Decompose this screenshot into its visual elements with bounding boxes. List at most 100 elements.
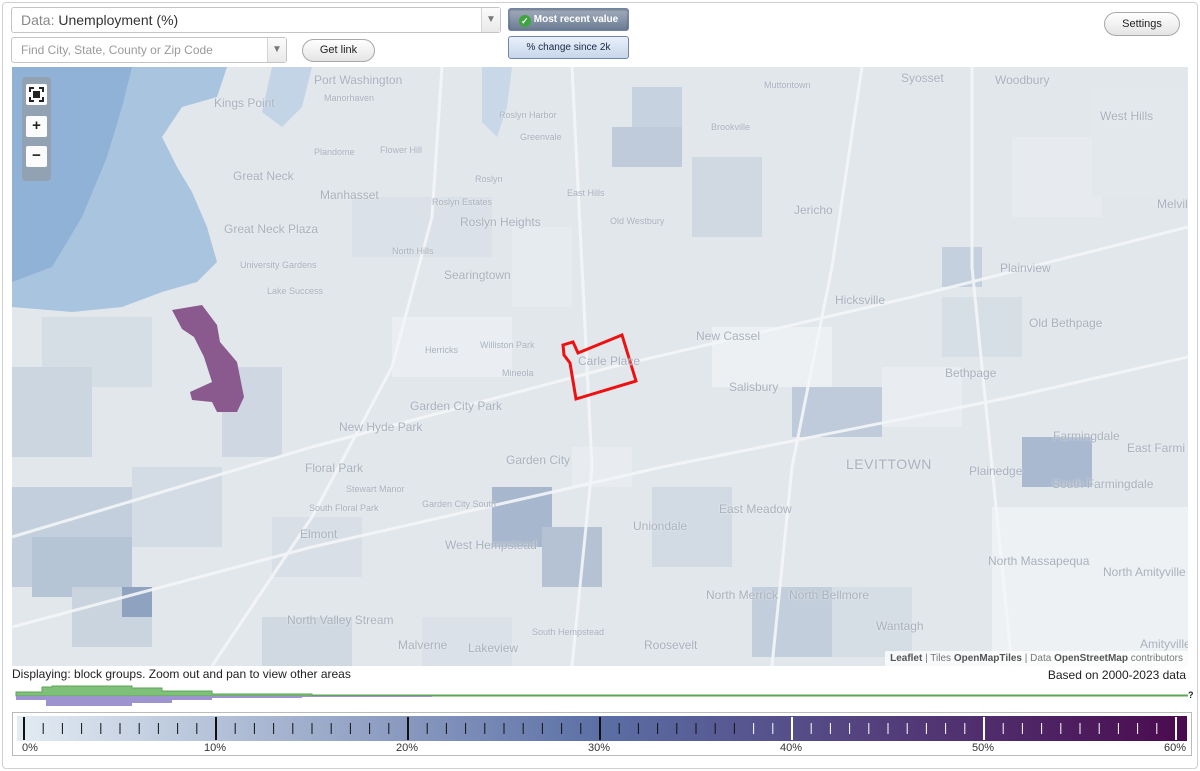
- place-label: Floral Park: [305, 461, 364, 475]
- place-label: Williston Park: [480, 340, 535, 350]
- leaflet-link[interactable]: Leaflet: [890, 653, 922, 664]
- get-link-button[interactable]: Get link: [302, 39, 375, 62]
- place-label: New Cassel: [696, 329, 761, 343]
- settings-button[interactable]: Settings: [1104, 12, 1180, 36]
- place-label: Amityville: [1140, 637, 1188, 651]
- distribution-histogram: [15, 685, 1188, 706]
- map-attribution: Leaflet | Tiles OpenMapTiles | Data Open…: [885, 651, 1188, 666]
- place-label: Roslyn Heights: [460, 215, 541, 229]
- place-label: Brookville: [711, 122, 751, 132]
- openstreetmap-link[interactable]: OpenStreetMap: [1054, 653, 1128, 664]
- place-label: Roosevelt: [644, 638, 698, 652]
- most-recent-value-toggle[interactable]: ✓ Most recent value: [508, 8, 629, 31]
- place-label: East Hills: [567, 188, 605, 198]
- place-label: Farmingdale: [1053, 429, 1120, 443]
- color-scale-legend: 0% 10% 20% 30% 40% 50% 60%: [12, 712, 1192, 756]
- data-selector[interactable]: Data: Unemployment (%) ▼: [11, 7, 501, 33]
- place-label: Herricks: [425, 345, 458, 355]
- place-label: Roslyn: [475, 174, 503, 184]
- place-label: Bethpage: [945, 366, 997, 380]
- place-label: Hicksville: [835, 293, 886, 307]
- place-label: East Meadow: [719, 502, 792, 516]
- data-range-note: Based on 2000-2023 data: [1047, 668, 1186, 682]
- place-label: South Hempstead: [532, 627, 605, 637]
- place-label: LEVITTOWN: [846, 456, 932, 472]
- checkmark-icon: ✓: [518, 15, 531, 27]
- location-search-input[interactable]: Find City, State, County or Zip Code ▼: [11, 37, 287, 63]
- chevron-down-icon[interactable]: ▼: [267, 38, 286, 62]
- attribution-suffix: contributors: [1127, 653, 1183, 664]
- place-label: Mineola: [502, 368, 534, 378]
- unknown-value-mark: ?: [1188, 690, 1194, 700]
- zoom-out-button[interactable]: −: [26, 146, 47, 167]
- zoom-in-button[interactable]: +: [26, 116, 47, 137]
- place-label: University Gardens: [240, 260, 317, 270]
- place-label: Muttontown: [764, 80, 811, 90]
- zoom-controls: + −: [22, 77, 51, 181]
- place-label: Carle Place: [578, 354, 641, 368]
- attribution-tiles-prefix: | Tiles: [922, 653, 954, 664]
- place-label: North Merrick: [706, 588, 779, 602]
- place-label: North Valley Stream: [287, 613, 394, 627]
- place-label: Lakeview: [468, 641, 519, 655]
- place-label: Malverne: [398, 638, 448, 652]
- place-label: Old Westbury: [610, 216, 665, 226]
- place-label: Great Neck: [233, 169, 294, 183]
- legend-tick-label: 60%: [1164, 742, 1186, 754]
- attribution-data-prefix: | Data: [1022, 653, 1055, 664]
- openmaptiles-link[interactable]: OpenMapTiles: [954, 653, 1022, 664]
- most-recent-label: Most recent value: [533, 14, 619, 25]
- place-label: Stewart Manor: [346, 484, 405, 494]
- chevron-down-icon[interactable]: ▼: [481, 8, 500, 32]
- place-label: Garden City South: [422, 499, 497, 509]
- place-label: Woodbury: [995, 73, 1050, 87]
- place-label: Salisbury: [729, 380, 779, 394]
- legend-tick-label: 40%: [780, 742, 802, 754]
- legend-tick-label: 20%: [396, 742, 418, 754]
- place-label: Roslyn Estates: [432, 197, 493, 207]
- data-selector-prefix: Data:: [21, 12, 55, 28]
- place-label: Manorhaven: [324, 93, 375, 103]
- place-label: North Bellmore: [789, 588, 870, 602]
- color-ramp: [17, 716, 1187, 741]
- legend-tick-label: 50%: [972, 742, 994, 754]
- search-placeholder: Find City, State, County or Zip Code: [21, 43, 213, 57]
- place-label: Lake Success: [267, 286, 324, 296]
- place-label: South Floral Park: [309, 503, 379, 513]
- place-label: Greenvale: [520, 132, 562, 142]
- place-label: North Amityville: [1103, 565, 1186, 579]
- place-label: Jericho: [794, 203, 833, 217]
- place-label: Great Neck Plaza: [224, 222, 319, 236]
- place-label: Searingtown: [444, 268, 511, 282]
- place-label: West Hills: [1100, 109, 1154, 123]
- place-label: East Farmi: [1127, 441, 1186, 455]
- histogram-top: [15, 685, 1188, 697]
- legend-tick-label: 30%: [588, 742, 610, 754]
- place-label: Wantagh: [876, 619, 924, 633]
- fullscreen-icon[interactable]: [26, 84, 47, 105]
- place-label: New Hyde Park: [339, 420, 423, 434]
- place-label: Manhasset: [320, 188, 379, 202]
- place-label: Garden City Park: [410, 399, 503, 413]
- place-label: Kings Point: [214, 96, 275, 110]
- legend-tick-label: 0%: [22, 742, 38, 754]
- place-label: North Hills: [392, 246, 434, 256]
- legend-tick-label: 10%: [204, 742, 226, 754]
- histogram-bottom: [16, 696, 432, 706]
- place-label: Plainview: [1000, 261, 1051, 275]
- place-label: Plainedge: [969, 464, 1023, 478]
- place-label: North Massapequa: [988, 554, 1090, 568]
- place-label: Garden City: [506, 453, 571, 467]
- place-label: Roslyn Harbor: [499, 110, 557, 120]
- change-since-2k-toggle[interactable]: % change since 2k: [508, 36, 629, 59]
- place-label: South Farmingdale: [1052, 477, 1154, 491]
- legend-canvas: 0% 10% 20% 30% 40% 50% 60%: [17, 716, 1187, 754]
- choropleth-map[interactable]: Port Washington Kings Point Manorhaven R…: [12, 67, 1188, 666]
- place-label: Port Washington: [314, 73, 403, 87]
- place-label: Flower Hill: [380, 145, 423, 155]
- place-label: Uniondale: [633, 519, 688, 533]
- data-selector-value: Unemployment (%): [58, 12, 179, 28]
- display-note: Displaying: block groups. Zoom out and p…: [12, 667, 351, 681]
- place-label: Elmont: [300, 527, 338, 541]
- place-label: Melvil: [1157, 197, 1188, 211]
